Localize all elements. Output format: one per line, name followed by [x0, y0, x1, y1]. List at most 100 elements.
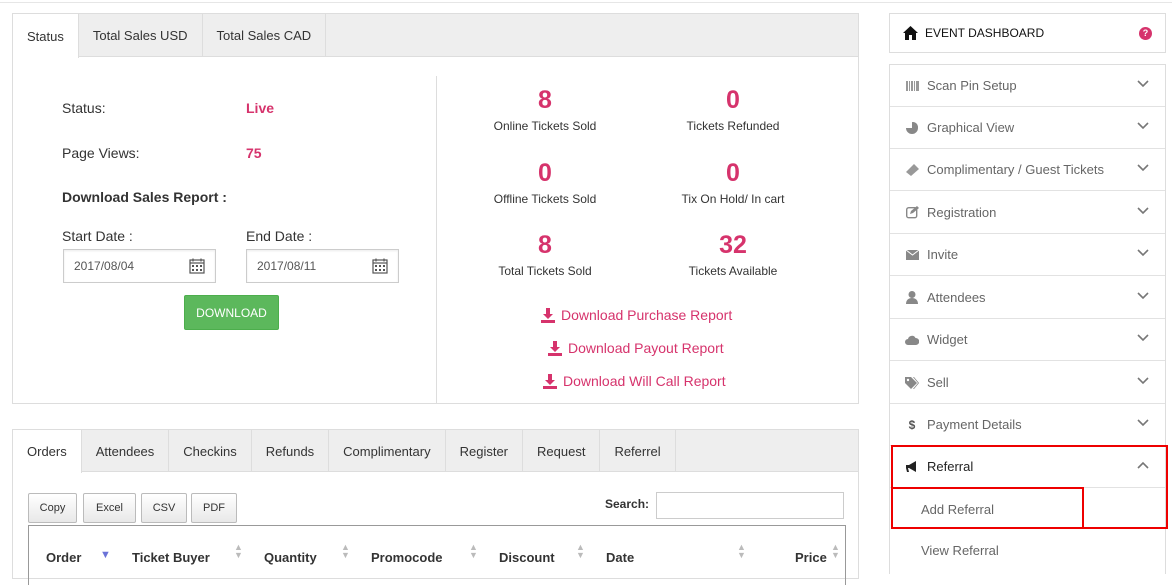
sidebar-item-complimentary-guest-tickets[interactable]: Complimentary / Guest Tickets [890, 149, 1165, 191]
column-header-date[interactable]: Date [606, 550, 634, 565]
stat-tickets-refunded: 0 Tickets Refunded [633, 85, 833, 133]
link-label: Download Will Call Report [563, 373, 726, 389]
link-label: Download Payout Report [568, 340, 724, 356]
sort-desc-icon[interactable]: ▼ [100, 549, 111, 561]
edit-icon [905, 206, 919, 220]
csv-button[interactable]: CSV [141, 493, 187, 523]
tab-referrel[interactable]: Referrel [600, 430, 676, 472]
stat-caption: Online Tickets Sold [493, 119, 597, 133]
help-icon[interactable]: ? [1139, 27, 1152, 40]
sort-icon[interactable]: ▲ ▼ [831, 543, 840, 560]
sort-icon[interactable]: ▲ ▼ [576, 543, 585, 560]
column-header-discount[interactable]: Discount [499, 550, 555, 565]
sort-icon[interactable]: ▲ ▼ [234, 543, 243, 560]
chevron-down-icon [1137, 249, 1149, 257]
sidebar-item-label: Attendees [927, 290, 986, 305]
stat-caption: Total Tickets Sold [498, 264, 592, 278]
tab-attendees[interactable]: Attendees [82, 430, 170, 472]
sidebar-item-invite[interactable]: Invite [890, 234, 1165, 276]
search-input[interactable] [656, 492, 844, 519]
barcode-icon [905, 79, 919, 93]
download-purchase-report-link[interactable]: Download Purchase Report [541, 307, 732, 323]
stat-online-tickets: 8 Online Tickets Sold [445, 85, 645, 133]
calendar-icon[interactable] [189, 258, 205, 274]
sidebar-item-payment-details[interactable]: $ Payment Details [890, 404, 1165, 446]
download-payout-report-link[interactable]: Download Payout Report [548, 340, 724, 356]
excel-button[interactable]: Excel [83, 493, 136, 523]
stat-on-hold: 0 Tix On Hold/ In cart [633, 158, 833, 206]
start-date-input[interactable]: 2017/08/04 [63, 249, 216, 283]
top-divider [0, 2, 1172, 3]
end-date-label: End Date : [246, 228, 313, 244]
sort-icon[interactable]: ▲ ▼ [341, 543, 350, 560]
sidebar-item-label: Sell [927, 375, 949, 390]
calendar-icon[interactable] [372, 258, 388, 274]
status-tabbar: Status Total Sales USD Total Sales CAD [13, 14, 858, 58]
stat-caption: Tickets Available [688, 264, 778, 278]
stat-caption: Tix On Hold/ In cart [681, 192, 785, 206]
sidebar-subitem-view-referral[interactable]: View Referral [890, 530, 1165, 570]
sort-icon[interactable]: ▲ ▼ [737, 543, 746, 560]
tab-refunds[interactable]: Refunds [252, 430, 330, 472]
tab-request[interactable]: Request [523, 430, 601, 472]
stat-value: 0 [726, 159, 740, 187]
sort-icon[interactable]: ▲ ▼ [469, 543, 478, 560]
column-header-price[interactable]: Price [795, 550, 827, 565]
tab-total-sales-usd[interactable]: Total Sales USD [79, 14, 203, 57]
copy-button[interactable]: Copy [28, 493, 77, 523]
home-icon [903, 26, 918, 40]
download-icon [543, 373, 557, 389]
pdf-button[interactable]: PDF [191, 493, 237, 523]
sidebar-item-attendees[interactable]: Attendees [890, 277, 1165, 319]
tab-orders[interactable]: Orders [13, 430, 82, 473]
event-dashboard-header[interactable]: EVENT DASHBOARD ? [889, 13, 1166, 53]
sidebar-item-label: Graphical View [927, 120, 1015, 135]
event-dashboard-title: EVENT DASHBOARD [925, 26, 1045, 40]
chevron-down-icon [1137, 122, 1149, 130]
tab-register[interactable]: Register [446, 430, 524, 472]
chevron-down-icon [1137, 419, 1149, 427]
sidebar-item-label: Payment Details [927, 417, 1022, 432]
column-header-order[interactable]: Order [46, 550, 81, 565]
chevron-down-icon [1137, 207, 1149, 215]
start-date-label: Start Date : [62, 228, 133, 244]
chevron-down-icon [1137, 292, 1149, 300]
column-header-promocode[interactable]: Promocode [371, 550, 443, 565]
chevron-down-icon [1137, 334, 1149, 342]
stat-total-sold: 8 Total Tickets Sold [445, 230, 645, 278]
sidebar-item-scan-pin-setup[interactable]: Scan Pin Setup [890, 65, 1165, 107]
chevron-down-icon [1137, 377, 1149, 385]
sidebar-item-graphical-view[interactable]: Graphical View [890, 107, 1165, 149]
dollar-icon: $ [908, 417, 916, 432]
user-icon [905, 291, 919, 305]
ticket-icon [905, 163, 919, 177]
column-header-quantity[interactable]: Quantity [264, 550, 317, 565]
tab-complimentary[interactable]: Complimentary [329, 430, 446, 472]
tab-checkins[interactable]: Checkins [169, 430, 252, 472]
tab-status[interactable]: Status [13, 14, 79, 58]
download-icon [541, 307, 555, 323]
stat-tickets-available: 32 Tickets Available [633, 230, 833, 278]
download-will-call-report-link[interactable]: Download Will Call Report [543, 373, 726, 389]
stat-caption: Offline Tickets Sold [493, 192, 597, 206]
chevron-down-icon [1137, 80, 1149, 88]
search-label: Search: [605, 497, 650, 511]
sidebar-item-registration[interactable]: Registration [890, 192, 1165, 234]
sidebar-item-label: Scan Pin Setup [927, 78, 1017, 93]
tab-total-sales-cad[interactable]: Total Sales CAD [203, 14, 327, 57]
sidebar-item-label: Registration [927, 205, 997, 220]
download-button[interactable]: DOWNLOAD [184, 295, 279, 330]
stat-value: 0 [726, 86, 740, 114]
sidebar-item-widget[interactable]: Widget [890, 319, 1165, 361]
end-date-input[interactable]: 2017/08/11 [246, 249, 399, 283]
link-label: Download Purchase Report [561, 307, 733, 323]
sidebar-item-label: Widget [927, 332, 968, 347]
pie-chart-icon [905, 121, 919, 135]
download-report-heading: Download Sales Report : [62, 189, 227, 205]
status-value: Live [246, 100, 275, 116]
sidebar-item-label: Invite [927, 247, 959, 262]
column-header-ticket-buyer[interactable]: Ticket Buyer [132, 550, 210, 565]
stat-value: 32 [719, 231, 747, 259]
sidebar-item-sell[interactable]: Sell [890, 362, 1165, 404]
cloud-icon [905, 333, 919, 347]
